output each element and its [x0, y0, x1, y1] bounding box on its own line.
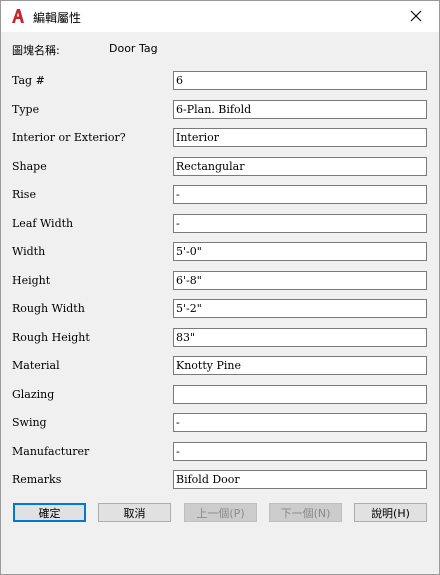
attribute-label: Width — [12, 245, 46, 258]
attribute-input[interactable]: 5'-0" — [173, 242, 427, 261]
attribute-input[interactable]: Interior — [173, 128, 427, 147]
dialog-title: 編輯屬性 — [33, 11, 82, 25]
attribute-label: Remarks — [12, 473, 62, 486]
attribute-label: Rough Height — [12, 331, 90, 344]
attribute-label: Rise — [12, 188, 36, 201]
edit-attributes-dialog: 編輯屬性 圖塊名稱: Door Tag Tag # 6 Type 6-Plan.… — [0, 0, 440, 575]
block-name-label: 圖塊名稱: — [12, 44, 60, 57]
attribute-input[interactable]: - — [173, 185, 427, 204]
attribute-label: Manufacturer — [12, 445, 90, 458]
close-button[interactable] — [393, 1, 439, 32]
attribute-input[interactable]: 83" — [173, 328, 427, 347]
attribute-input[interactable]: 6'-8" — [173, 271, 427, 290]
attribute-input[interactable]: 6 — [173, 71, 427, 90]
help-button[interactable]: 說明(H) — [354, 503, 427, 522]
next-button[interactable]: 下一個(N) — [269, 503, 342, 522]
close-icon — [410, 7, 422, 26]
attribute-input[interactable]: - — [173, 214, 427, 233]
attribute-label: Type — [12, 103, 40, 116]
attribute-input[interactable]: 6-Plan. Bifold — [173, 100, 427, 119]
attribute-label: Tag # — [12, 74, 45, 87]
attribute-label: Material — [12, 359, 60, 372]
attribute-label: Height — [12, 274, 51, 287]
title-bar: 編輯屬性 — [1, 1, 439, 32]
attribute-label: Glazing — [12, 388, 55, 401]
attribute-label: Shape — [12, 160, 47, 173]
attribute-input[interactable]: - — [173, 442, 427, 461]
attribute-input[interactable]: - — [173, 413, 427, 432]
block-name-value: Door Tag — [109, 42, 158, 55]
attribute-label: Rough Width — [12, 302, 85, 315]
attribute-label: Leaf Width — [12, 217, 74, 230]
previous-button[interactable]: 上一個(P) — [184, 503, 257, 522]
attribute-label: Interior or Exterior? — [12, 131, 126, 144]
autocad-icon — [11, 8, 25, 24]
attribute-input[interactable]: Knotty Pine — [173, 356, 427, 375]
attribute-input[interactable]: 5'-2" — [173, 299, 427, 318]
attribute-input[interactable]: Rectangular — [173, 157, 427, 176]
attribute-input[interactable] — [173, 385, 427, 404]
ok-button[interactable]: 確定 — [13, 503, 86, 522]
attribute-label: Swing — [12, 416, 47, 429]
attribute-input[interactable]: Bifold Door — [173, 470, 427, 489]
cancel-button[interactable]: 取消 — [98, 503, 171, 522]
